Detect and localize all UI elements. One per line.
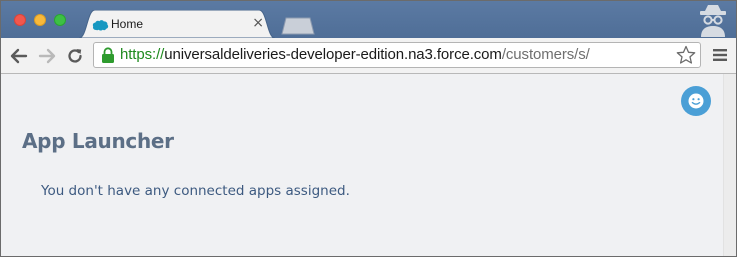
page-content: App Launcher You don't have any connecte… <box>1 74 736 256</box>
page-scrollbar[interactable] <box>723 74 736 256</box>
reload-icon[interactable] <box>65 46 85 66</box>
forward-arrow-icon[interactable] <box>37 46 57 66</box>
smiley-avatar-icon <box>688 93 704 109</box>
tab-home[interactable]: Home × <box>79 10 275 38</box>
browser-toolbar: https://universaldeliveries-developer-ed… <box>1 38 736 74</box>
back-arrow-icon[interactable] <box>9 46 29 66</box>
url-text[interactable]: https://universaldeliveries-developer-ed… <box>120 46 590 63</box>
url-host: universaldeliveries-developer-edition.na… <box>164 46 502 63</box>
user-avatar-button[interactable] <box>681 86 711 116</box>
url-scheme: https:// <box>120 46 165 63</box>
lock-icon <box>102 47 114 63</box>
incognito-icon <box>700 5 726 37</box>
url-path: /customers/s/ <box>501 46 590 63</box>
hamburger-menu-icon[interactable] <box>712 48 728 62</box>
browser-window: Home × https://universaldeliveries-devel… <box>0 0 737 257</box>
star-icon[interactable] <box>675 44 697 66</box>
salesforce-cloud-icon <box>92 20 109 31</box>
address-bar[interactable]: https://universaldeliveries-developer-ed… <box>93 42 701 68</box>
empty-state-message: You don't have any connected apps assign… <box>41 183 350 199</box>
new-tab-button[interactable] <box>281 17 315 35</box>
tab-close-icon[interactable]: × <box>252 15 264 31</box>
tab-title: Home <box>111 17 144 31</box>
page-title: App Launcher <box>22 129 174 153</box>
minimize-window-button[interactable] <box>34 14 46 26</box>
close-window-button[interactable] <box>14 14 26 26</box>
zoom-window-button[interactable] <box>54 14 66 26</box>
tab-strip: Home × <box>1 1 736 38</box>
